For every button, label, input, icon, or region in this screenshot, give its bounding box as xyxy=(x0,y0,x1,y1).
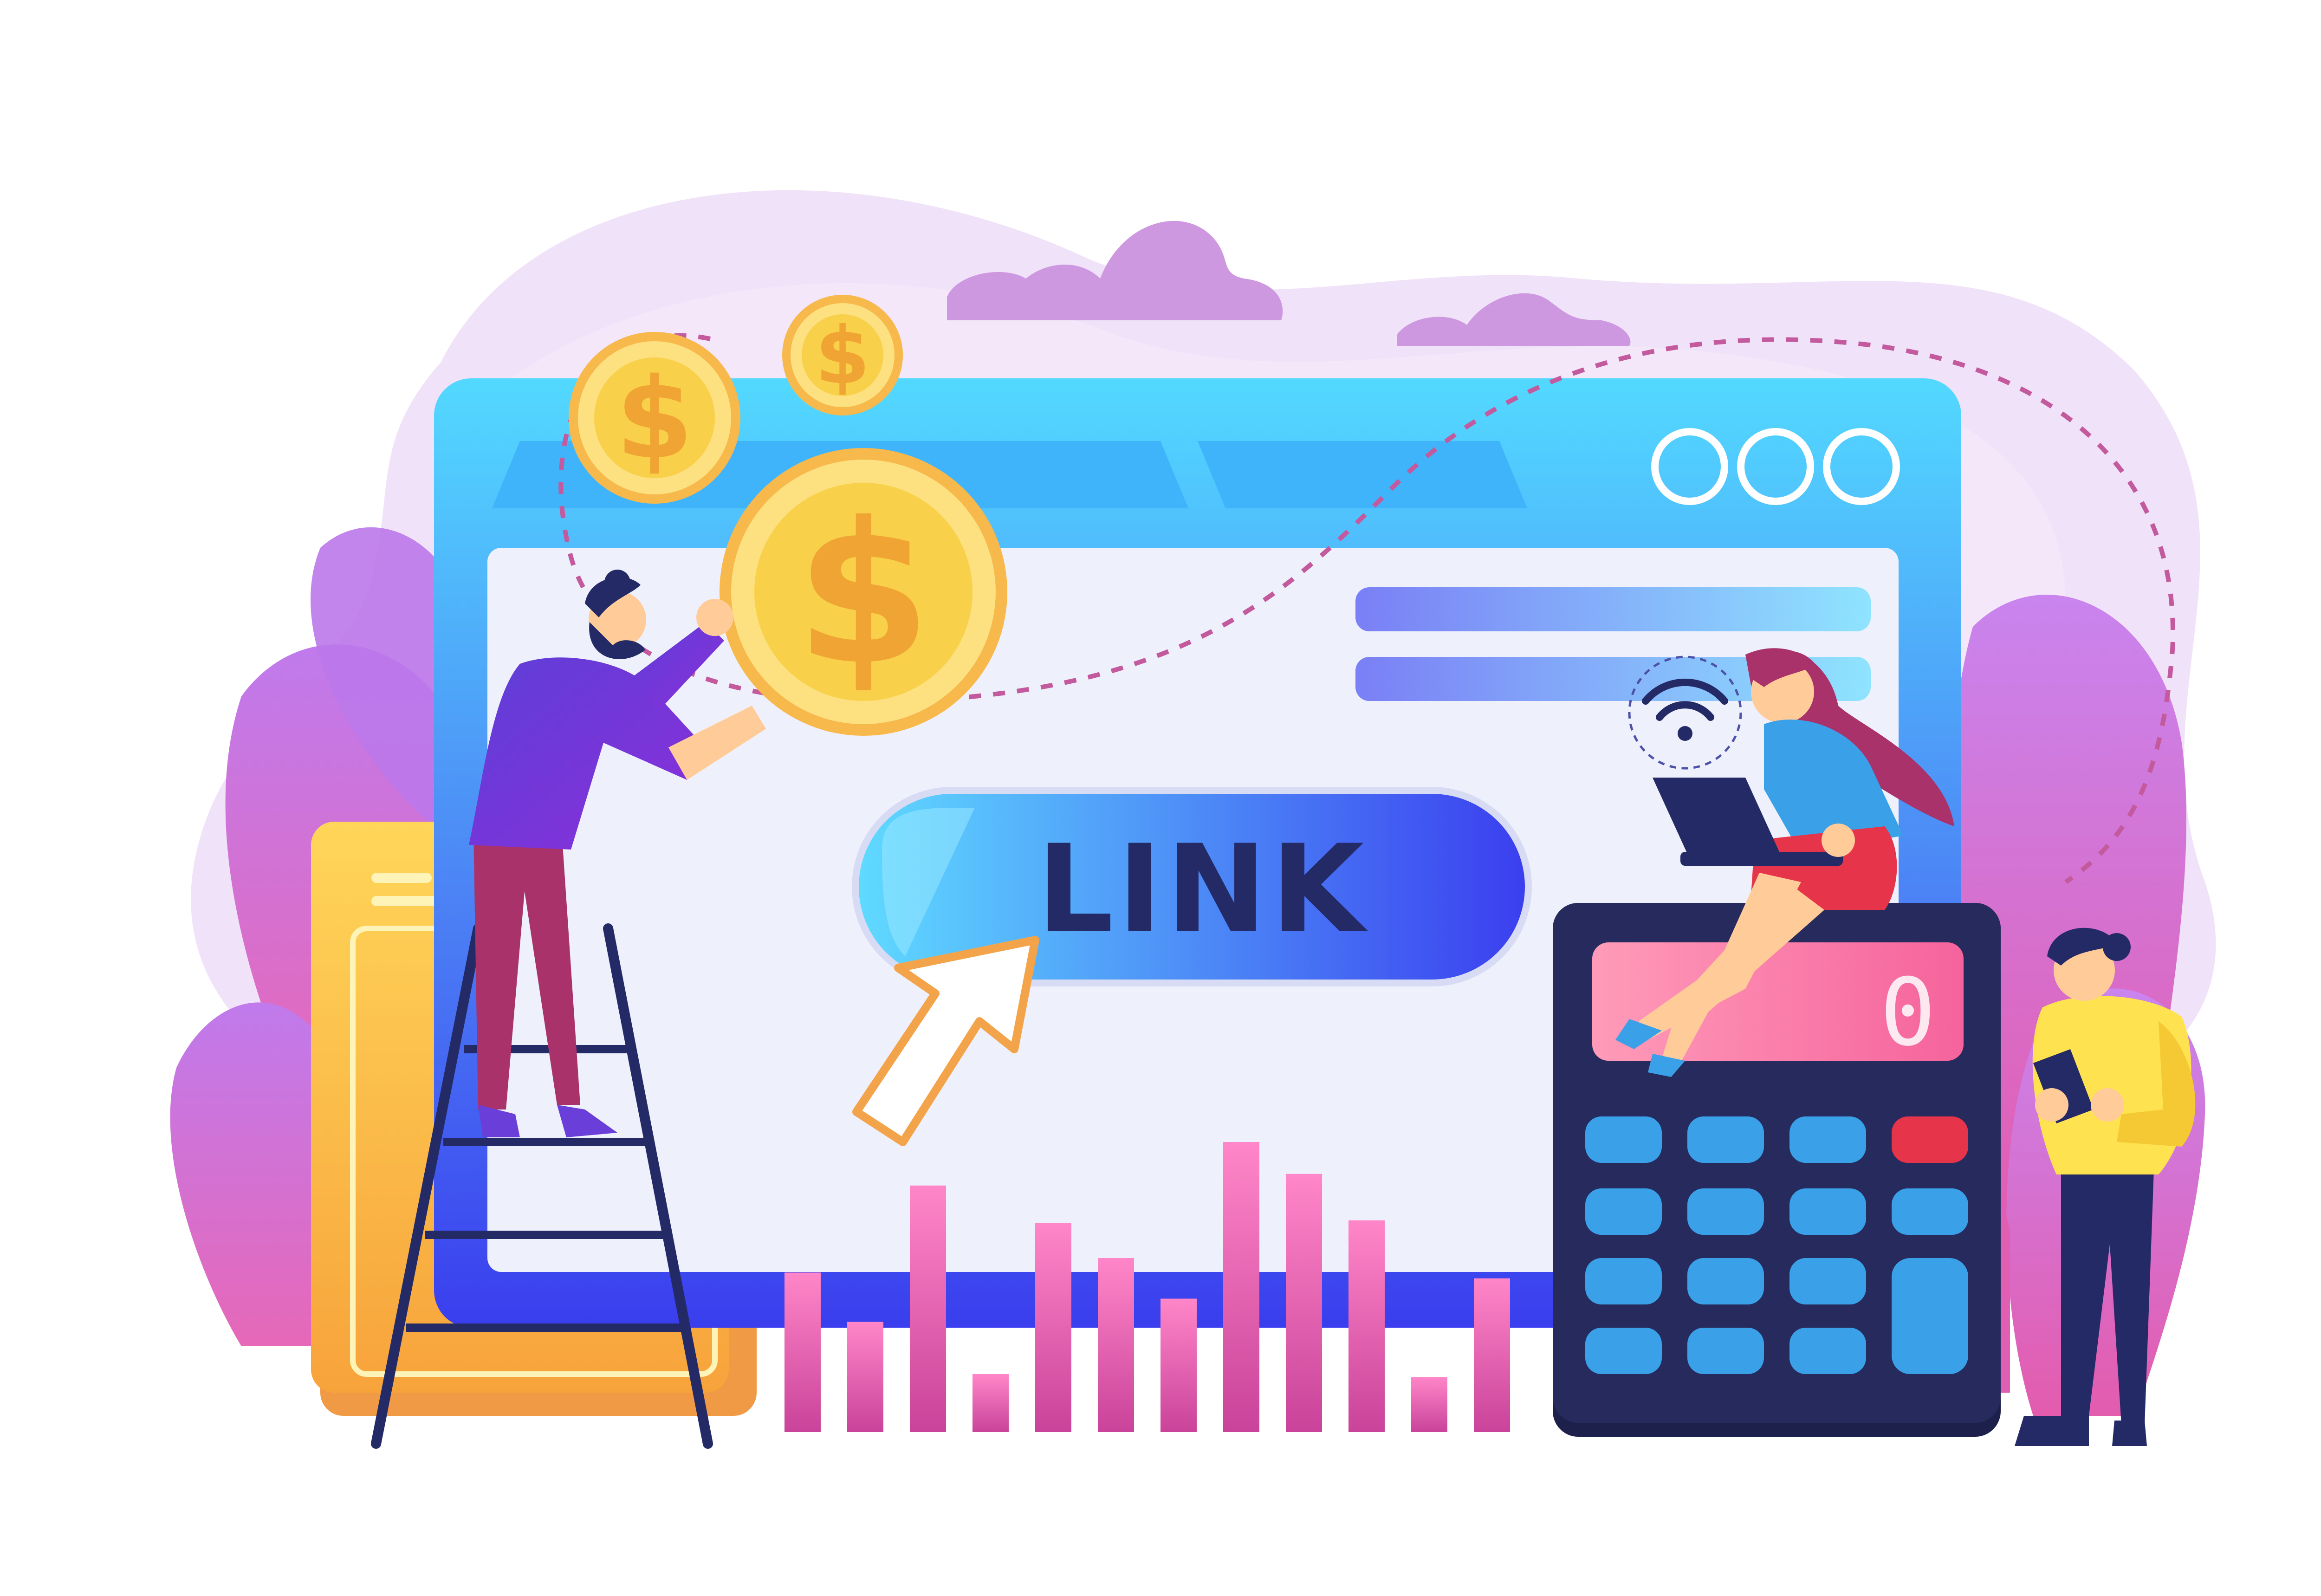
link-button-label: LINK xyxy=(1037,819,1368,960)
chart-bar xyxy=(1098,1258,1134,1432)
content-bar xyxy=(1355,587,1871,631)
chart-bar xyxy=(784,1272,821,1432)
calculator-display: 0 xyxy=(1880,959,1936,1067)
chart-bar xyxy=(847,1322,883,1432)
chart-bar xyxy=(1349,1220,1385,1432)
coin: $ xyxy=(782,295,903,415)
chart-bar xyxy=(1035,1223,1071,1432)
chart-bar xyxy=(1411,1377,1447,1432)
dollar-sign-icon: $ xyxy=(815,310,870,402)
calculator: 0 xyxy=(1553,903,2001,1437)
browser-tab xyxy=(1198,441,1527,508)
chart-bar xyxy=(1286,1174,1322,1432)
dollar-sign-icon: $ xyxy=(796,481,931,708)
chart-bar xyxy=(972,1374,1009,1432)
chart-bar xyxy=(1474,1278,1510,1432)
chart-bar xyxy=(1223,1142,1259,1432)
dollar-sign-icon: $ xyxy=(616,354,694,484)
chart-bar xyxy=(1160,1298,1197,1432)
chart-bar xyxy=(910,1185,946,1432)
coin: $ xyxy=(569,332,740,504)
coin: $ xyxy=(720,448,1007,736)
illustration-canvas: LINK $ $ $ 0 xyxy=(170,190,2216,1449)
